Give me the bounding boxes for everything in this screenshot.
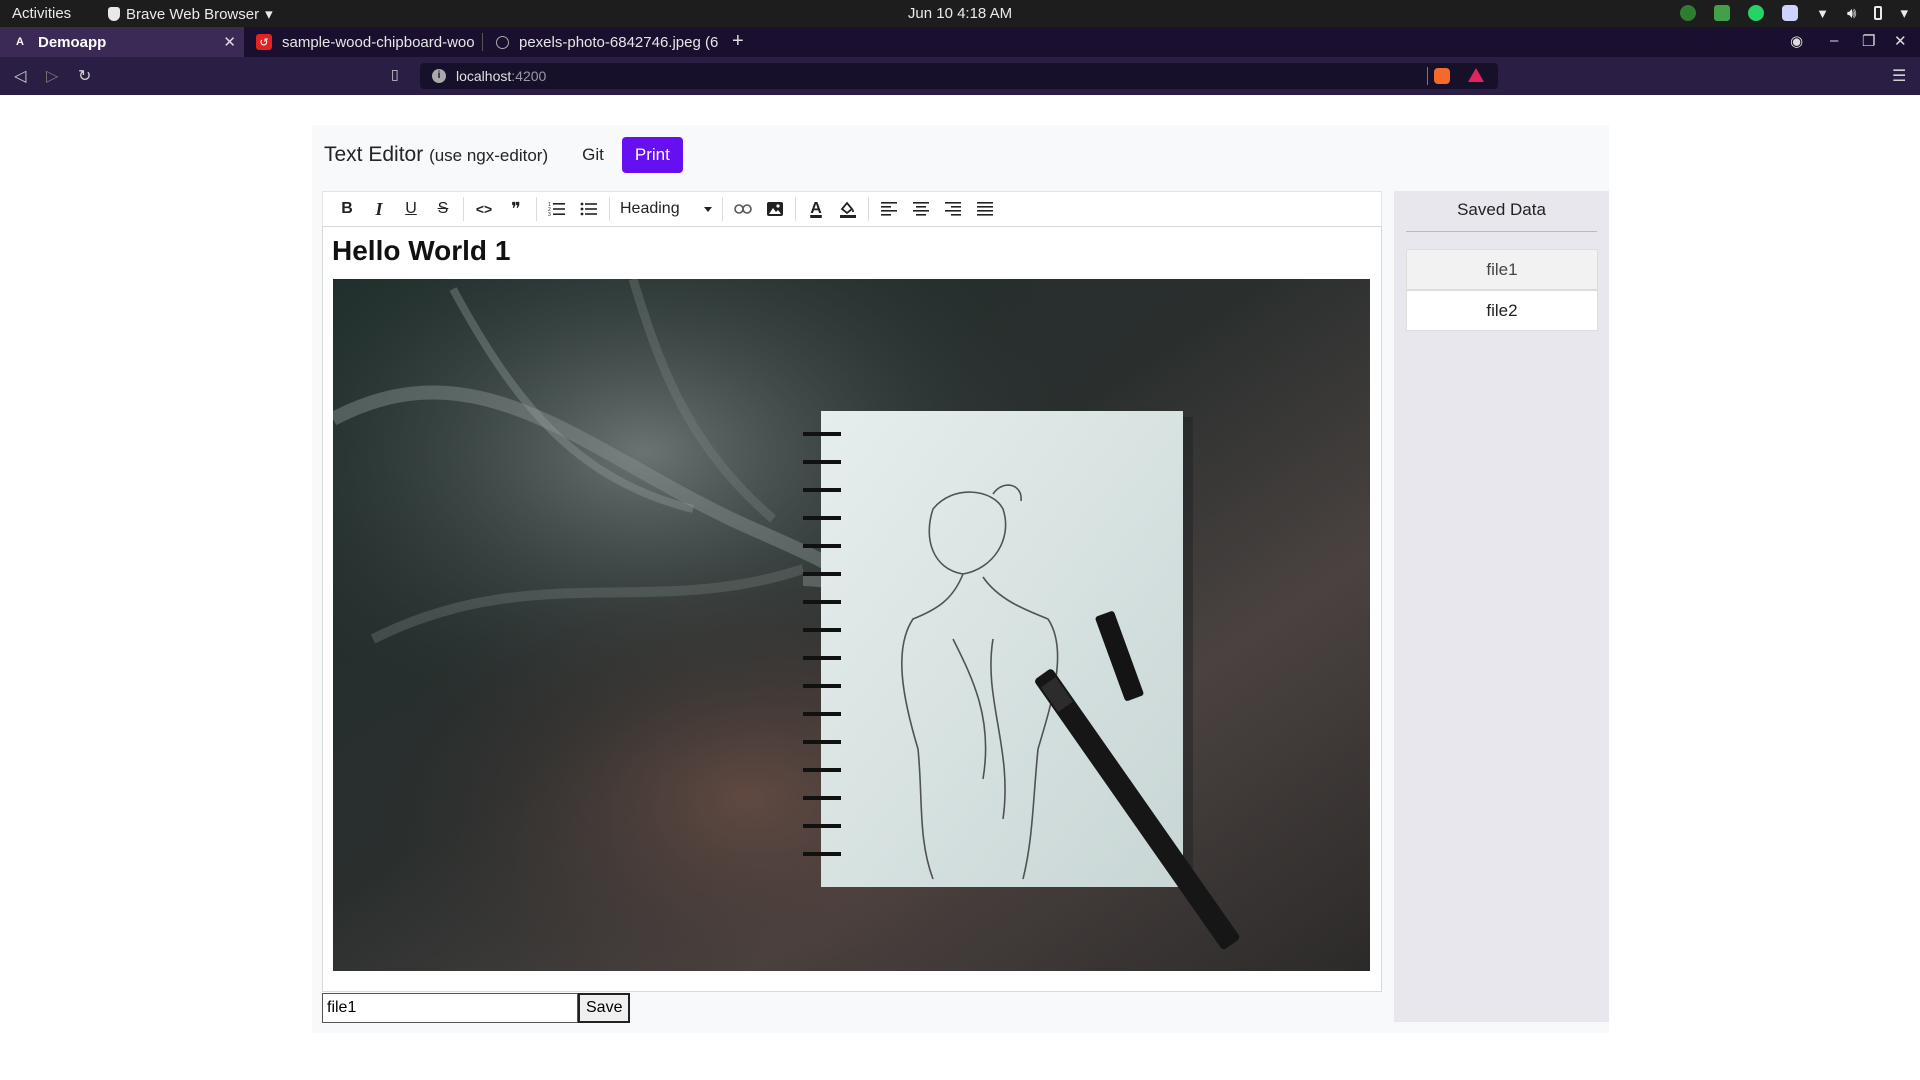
tab-sample-wood[interactable]: ↺ sample-wood-chipboard-woo [244,27,482,57]
saved-file-item[interactable]: file1 [1406,249,1598,290]
heading-dropdown-value: Heading [620,200,680,217]
page-title-text: Text Editor [324,143,424,166]
text-color-icon[interactable]: A [800,195,832,223]
chrome-extension-icon[interactable] [1680,5,1697,21]
wifi-icon[interactable]: ▼ [1816,6,1829,21]
ordered-list-icon[interactable]: 123 [541,195,573,223]
heading-dropdown[interactable]: Heading [614,195,718,223]
toolbar-divider [609,197,610,221]
embedded-image[interactable] [333,279,1370,971]
saved-data-title: Saved Data [1457,200,1546,219]
saved-file-list: file1 file2 [1406,249,1598,331]
close-window-icon[interactable]: ✕ [1894,32,1907,50]
print-button[interactable]: Print [621,137,683,173]
app-container: Text Editor (use ngx-editor) Git Print B… [312,125,1609,1033]
red-app-icon: ↺ [256,34,272,50]
editor-toolbar: B I U S <> ❞ 123 Heading A [322,191,1382,226]
system-tray: ▼ 🔊︎ ▾ [1680,4,1908,22]
reload-icon[interactable]: ↻ [78,66,91,86]
code-button[interactable]: <> [468,195,500,223]
save-button[interactable]: Save [578,993,631,1023]
bullet-list-icon[interactable] [573,195,605,223]
strikethrough-button[interactable]: S [427,195,459,223]
bookmark-icon[interactable]: ▯ [391,66,399,83]
toolbar-divider [463,197,464,221]
new-tab-button[interactable]: + [732,30,744,53]
chevron-down-icon [704,206,712,212]
brave-shields-icon[interactable] [1434,68,1450,84]
git-link[interactable]: Git [582,145,604,165]
forward-icon[interactable]: ▷ [46,66,58,86]
whatsapp-icon[interactable] [1748,5,1765,21]
toolbar-divider [795,197,796,221]
site-info-icon[interactable]: i [432,69,446,83]
tab-label: sample-wood-chipboard-woo [282,33,475,51]
image-icon[interactable] [759,195,791,223]
background-color-icon[interactable] [832,195,864,223]
discord-icon[interactable] [1782,5,1799,21]
italic-button[interactable]: I [363,195,395,223]
shield-tray-icon[interactable] [1714,5,1731,21]
tab-search-icon[interactable]: ◉ [1790,32,1803,50]
url-port: :4200 [511,68,547,84]
back-icon[interactable]: ◁ [14,66,26,86]
panel-divider [1406,231,1597,232]
blockquote-button[interactable]: ❞ [500,195,532,223]
browser-toolbar: ◁ ▷ ↻ ▯ i localhost:4200 ☰ [0,57,1920,95]
restore-icon[interactable]: ❐ [1862,32,1875,50]
align-right-icon[interactable] [937,195,969,223]
editor-content[interactable]: Hello World 1 [322,226,1382,992]
tab-label: Demoapp [38,33,107,51]
power-menu-caret-icon[interactable]: ▾ [1900,4,1908,22]
brave-rewards-icon[interactable] [1468,68,1484,82]
minimize-icon[interactable]: – [1830,32,1838,49]
bold-button[interactable]: B [331,195,363,223]
sketchbook-photo [333,279,1370,971]
tab-demoapp[interactable]: A Demoapp ✕ [0,27,244,57]
close-tab-icon[interactable]: ✕ [223,33,236,51]
svg-text:3: 3 [548,212,551,217]
link-icon[interactable] [727,195,759,223]
align-left-icon[interactable] [873,195,905,223]
battery-icon[interactable] [1874,6,1883,20]
toolbar-divider [868,197,869,221]
saved-file-item[interactable]: file2 [1406,290,1598,331]
tab-label: pexels-photo-6842746.jpeg (6 [519,33,719,51]
clock[interactable]: Jun 10 4:18 AM [0,5,1920,22]
globe-icon [496,35,509,49]
angular-icon: A [16,36,24,48]
hamburger-menu-icon[interactable]: ☰ [1892,66,1906,86]
toolbar-divider [722,197,723,221]
address-bar[interactable]: i localhost:4200 [420,63,1498,89]
align-center-icon[interactable] [905,195,937,223]
browser-tab-strip: A Demoapp ✕ ↺ sample-wood-chipboard-woo … [0,27,1920,57]
system-top-bar: Activities Brave Web Browser ▾ Jun 10 4:… [0,0,1920,27]
page-title: Text Editor (use ngx-editor) [324,143,548,167]
document-heading[interactable]: Hello World 1 [332,235,510,267]
page-subtitle: (use ngx-editor) [429,146,549,165]
tab-separator [482,33,483,51]
underline-button[interactable]: U [395,195,427,223]
url-host: localhost [456,68,512,84]
address-divider [1427,67,1428,85]
save-row: Save [322,993,631,1023]
align-justify-icon[interactable] [969,195,1001,223]
saved-data-panel: Saved Data file1 file2 [1394,191,1609,1022]
app-header: Text Editor (use ngx-editor) Git Print [324,135,683,175]
tab-pexels-photo[interactable]: pexels-photo-6842746.jpeg (6 [484,27,722,57]
filename-input[interactable] [322,993,578,1023]
volume-icon[interactable]: 🔊︎ [1847,5,1856,22]
toolbar-divider [536,197,537,221]
